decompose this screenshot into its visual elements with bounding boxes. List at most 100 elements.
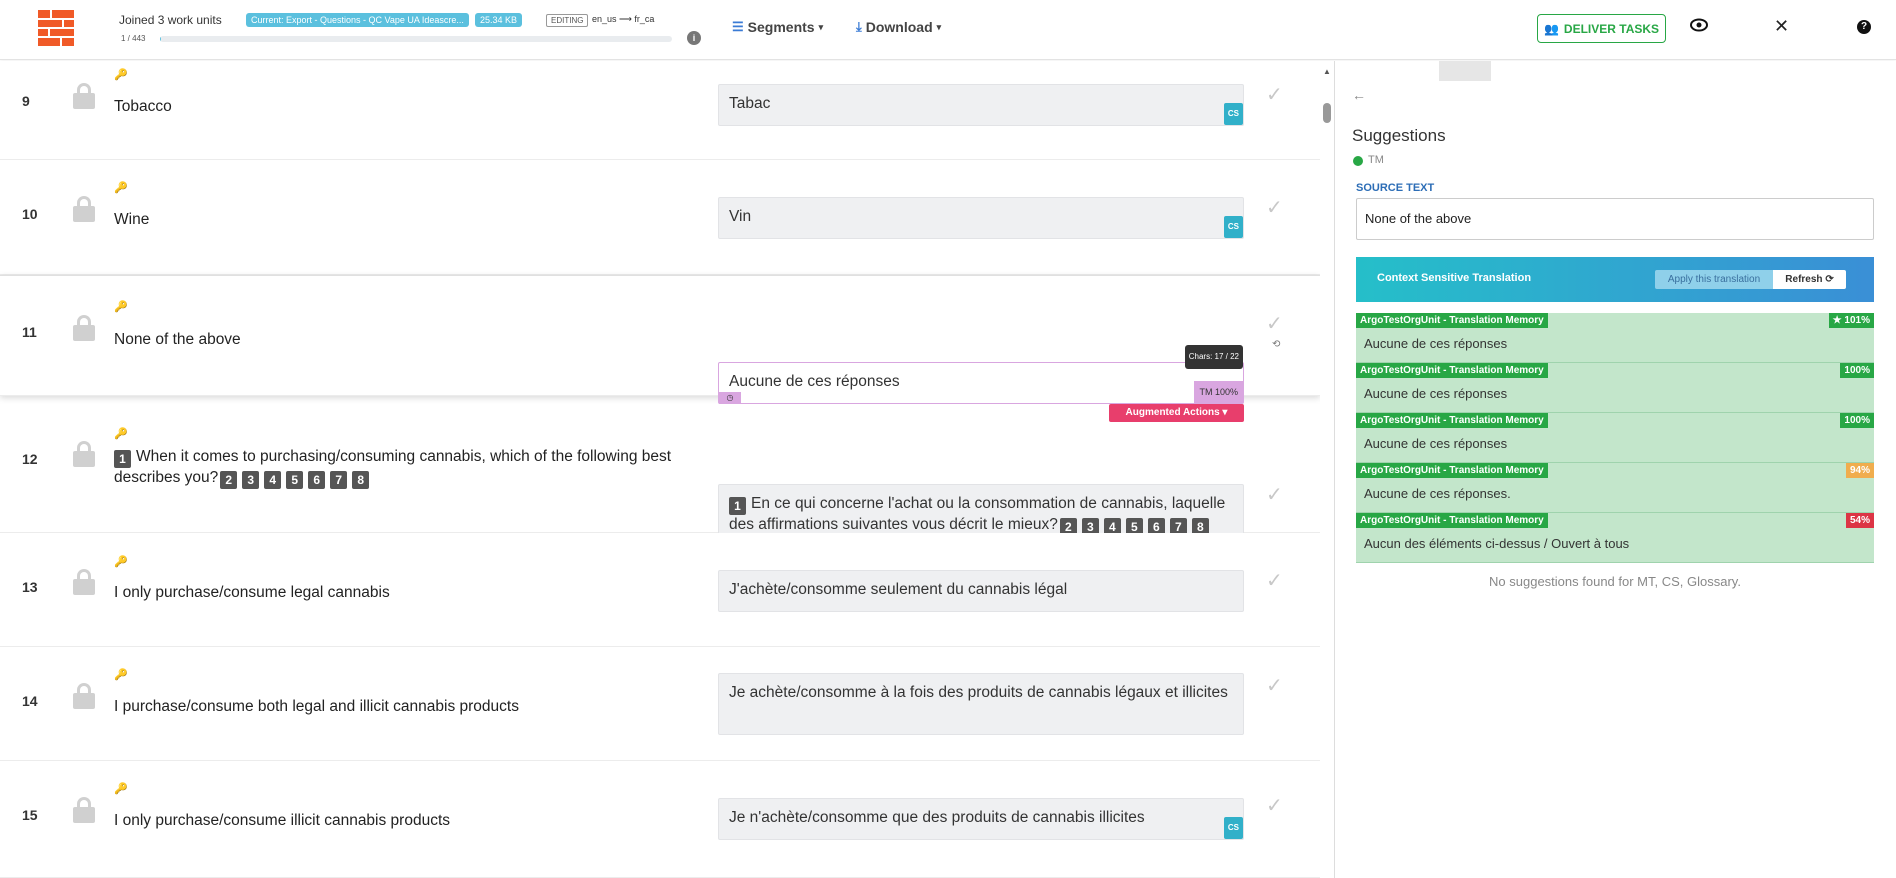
tm-result-item[interactable]: ArgoTestOrgUnit - Translation Memory 54% A… [1356,513,1874,563]
source-text: I only purchase/consume illicit cannabis… [114,812,451,829]
lock-icon[interactable] [73,797,95,823]
panel-tab[interactable] [1439,61,1491,81]
lock-icon[interactable] [73,83,95,109]
tag-3[interactable]: 3 [242,471,260,489]
segment-number: 9 [22,93,30,109]
tm-suggestion-text: Aucune de ces réponses [1364,386,1508,401]
target-input[interactable]: Je achète/consomme à la fois des produit… [718,673,1244,735]
confirm-check-icon[interactable]: ✓ [1266,82,1283,107]
tag-2[interactable]: 2 [220,471,238,489]
segment-row[interactable]: 9 🔑 Tobacco Tabac CS ✓ [0,61,1320,160]
tm-suggestion-text: Aucune de ces réponses [1364,436,1508,451]
segment-number: 13 [22,579,38,595]
target-input[interactable]: Vin CS [718,197,1244,239]
tm-result-item[interactable]: ArgoTestOrgUnit - Translation Memory 100%… [1356,363,1874,413]
no-suggestions-text: No suggestions found for MT, CS, Glossar… [1489,574,1741,589]
confirm-check-icon[interactable]: ✓ [1266,195,1283,220]
target-text: Je n'achète/consomme que des produits de… [729,809,1145,826]
close-icon[interactable]: ✕ [1774,16,1789,37]
source-text-label: SOURCE TEXT [1356,182,1435,194]
key-icon: 🔑 [114,669,128,681]
cst-title: Context Sensitive Translation [1377,272,1532,284]
char-count-badge: Chars: 17 / 22 [1184,345,1243,369]
app-logo[interactable] [38,10,74,46]
star-icon: ★ [1832,315,1845,326]
top-bar: Joined 3 work units Current: Export - Qu… [0,0,1896,60]
segment-row[interactable]: 15 🔑 I only purchase/consume illicit can… [0,761,1320,878]
apply-translation-button[interactable]: Apply this translation [1655,270,1773,289]
tag-6[interactable]: 6 [308,471,326,489]
lock-icon[interactable] [73,683,95,709]
joined-units-text: Joined 3 work units [119,13,222,27]
augmented-actions-button[interactable]: Augmented Actions ▾ [1109,404,1244,422]
cs-badge: CS [1223,817,1243,839]
confirm-check-icon[interactable]: ✓ [1266,482,1283,507]
tm-suggestion-text: Aucune de ces réponses. [1364,486,1511,501]
target-input[interactable]: J'achète/consomme seulement du cannabis … [718,570,1244,612]
lock-icon[interactable] [73,196,95,222]
target-input[interactable]: Chars: 17 / 22 Aucune de ces réponses ◷ … [718,345,1244,404]
deliver-label: DELIVER TASKS [1563,21,1660,36]
scrollbar[interactable] [1320,61,1334,878]
eye-icon[interactable] [1690,18,1708,37]
scrollbar-thumb[interactable] [1323,103,1331,123]
info-icon[interactable]: i [687,31,701,45]
segment-number: 15 [22,807,38,823]
cs-badge: CS [1223,216,1243,238]
segment-number: 10 [22,206,38,222]
tm-result-item[interactable]: ArgoTestOrgUnit - Translation Memory 100%… [1356,413,1874,463]
current-unit-badge[interactable]: Current: Export - Questions - QC Vape UA… [246,13,469,27]
refresh-button[interactable]: Refresh ⟳ [1773,270,1846,289]
segment-row[interactable]: 13 🔑 I only purchase/consume legal canna… [0,533,1320,647]
tag-5[interactable]: 5 [286,471,304,489]
lock-icon[interactable] [73,569,95,595]
target-text: Aucune de ces réponses [729,373,900,390]
target-input[interactable]: Je n'achète/consomme que des produits de… [718,798,1244,840]
segment-row[interactable]: 10 🔑 Wine Vin CS ✓ [0,160,1320,275]
confirm-check-icon[interactable]: ✓ [1266,673,1283,698]
tag-1[interactable]: 1 [729,497,746,515]
tm-label: TM [1368,154,1384,166]
source-text: None of the above [114,331,241,348]
segment-list: 9 🔑 Tobacco Tabac CS ✓ 10 🔑 Wine Vin CS … [0,61,1320,878]
confirm-check-icon[interactable]: ✓ [1266,311,1283,336]
tag-1[interactable]: 1 [114,450,131,468]
tm-origin-label: ArgoTestOrgUnit - Translation Memory [1356,363,1548,378]
cs-badge: CS [1223,103,1243,125]
source-text: Tobacco [114,98,172,115]
confirm-check-icon[interactable]: ✓ [1266,793,1283,818]
segment-number: 11 [22,324,37,340]
help-icon[interactable]: ? [1857,20,1871,34]
caret-down-icon: ▾ [818,21,824,32]
tm-score-badge: 100% [1840,413,1874,428]
back-arrow-icon[interactable]: ← [1352,87,1366,103]
key-icon: 🔑 [114,182,128,194]
tm-result-item[interactable]: ArgoTestOrgUnit - Translation Memory ★ 10… [1356,313,1874,363]
users-icon: 👥 [1543,21,1559,36]
deliver-tasks-button[interactable]: 👥 DELIVER TASKS [1537,14,1666,43]
tag-4[interactable]: 4 [264,471,282,489]
target-text: Vin [729,208,752,225]
download-label: Download [865,19,933,35]
download-menu-button[interactable]: ⤓ Download ▾ [856,19,941,35]
segments-menu-button[interactable]: ☰ Segments ▾ [732,19,823,35]
history-icon[interactable]: ⟲ [1272,339,1280,350]
tm-score-badge: 94% [1845,463,1874,478]
segment-row-active[interactable]: 11 🔑 None of the above Chars: 17 / 22 Au… [0,275,1320,422]
lock-icon[interactable] [73,441,95,467]
scroll-up-icon[interactable]: ▲ [1323,67,1331,76]
tag-8[interactable]: 8 [352,471,370,489]
editing-badge: EDITING [546,14,589,27]
key-icon: 🔑 [114,69,128,81]
source-text: Wine [114,211,150,228]
tm-result-item[interactable]: ArgoTestOrgUnit - Translation Memory 94% A… [1356,463,1874,513]
tm-origin-label: ArgoTestOrgUnit - Translation Memory [1356,463,1548,478]
tm-score-badge: 54% [1845,513,1874,528]
tm-status-dot [1353,156,1363,166]
target-input[interactable]: Tabac CS [718,84,1244,126]
lock-icon[interactable] [73,315,95,341]
segment-row[interactable]: 14 🔑 I purchase/consume both legal and i… [0,647,1320,761]
segments-label: Segments [747,19,815,35]
confirm-check-icon[interactable]: ✓ [1266,568,1283,593]
tag-7[interactable]: 7 [330,471,348,489]
